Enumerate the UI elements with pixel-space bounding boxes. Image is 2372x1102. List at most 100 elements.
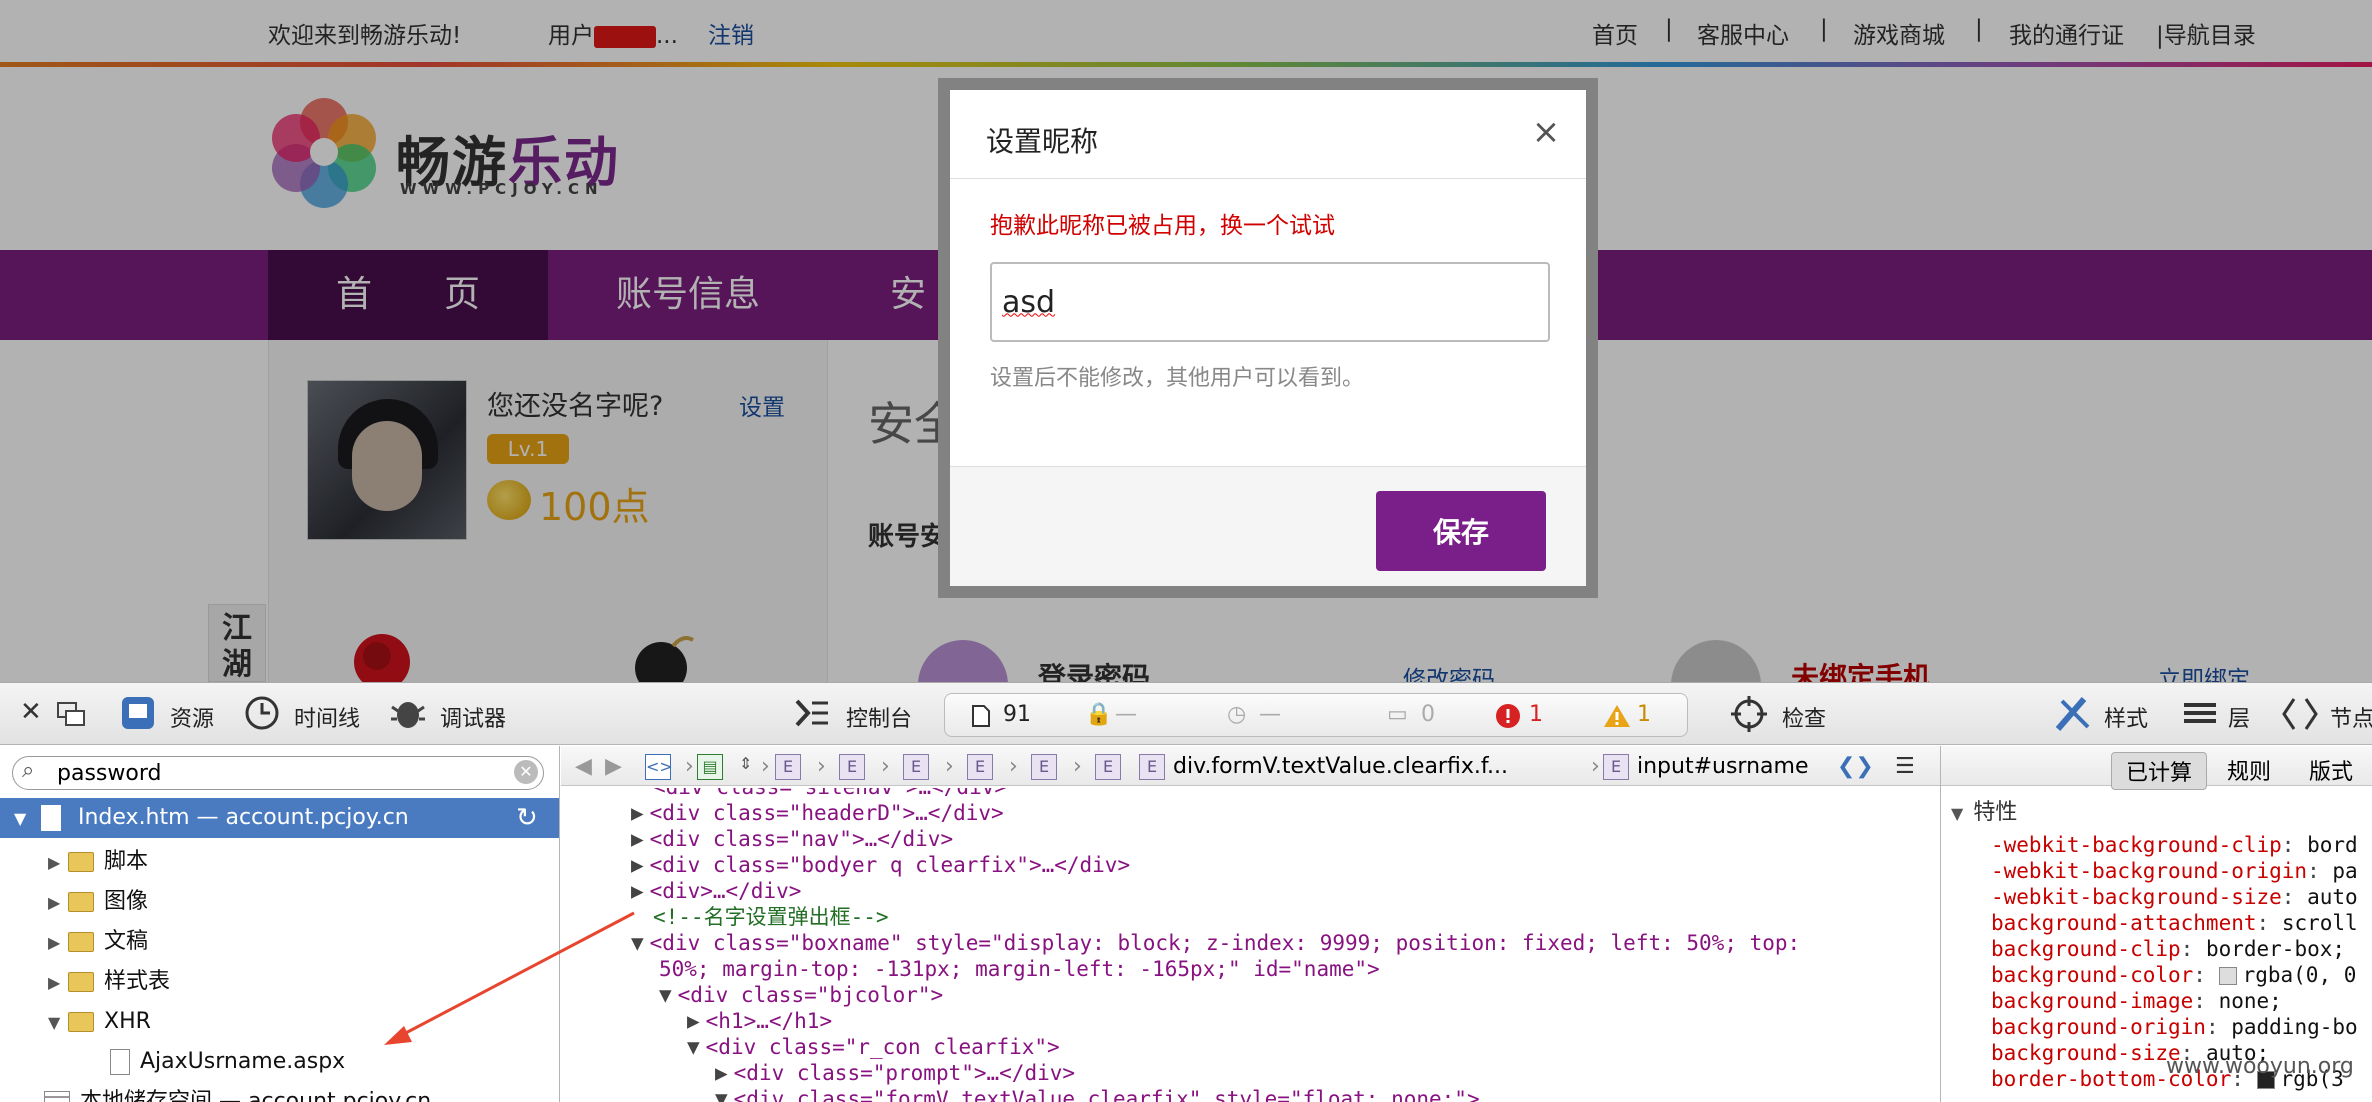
dom-node-boxname[interactable]: ▼ <div class="boxname" style="display: bl… — [631, 930, 1800, 956]
breadcrumb-separator: › — [761, 754, 770, 779]
tab-debugger[interactable]: 调试器 — [440, 701, 506, 733]
timeline-icon[interactable] — [244, 695, 280, 731]
tab-nodes[interactable]: 节点 — [2330, 701, 2372, 733]
tree-item-local-storage[interactable]: 本地储存空间 — account.pcjoy.cn — [0, 1082, 559, 1102]
property-value: none; — [2218, 989, 2282, 1013]
collapsed-triangle-icon[interactable]: ▶ — [631, 879, 644, 903]
tree-item-stylesheets[interactable]: ▶ 样式表 — [0, 962, 559, 1003]
console-icon[interactable] — [794, 697, 830, 729]
breadcrumb-element[interactable]: E — [1095, 754, 1129, 780]
expanded-triangle-icon[interactable]: ▼ — [48, 1003, 68, 1043]
expanded-triangle-icon[interactable]: ▼ — [1951, 804, 1963, 823]
breadcrumb-input[interactable]: Einput#usrname — [1603, 754, 1808, 780]
expanded-triangle-icon[interactable]: ▼ — [659, 983, 672, 1007]
forward-icon[interactable]: ▶ — [605, 754, 622, 779]
collapsed-triangle-icon[interactable]: ▶ — [48, 843, 68, 883]
tab-computed[interactable]: 已计算 — [2111, 752, 2208, 790]
dom-node[interactable]: ▼ <div class="formV textValue clearfix" s… — [715, 1086, 1480, 1102]
breadcrumb-element[interactable]: E — [903, 754, 937, 780]
inspect-button[interactable]: 检查 — [1782, 701, 1826, 733]
resource-filter-input[interactable] — [12, 756, 544, 790]
expanded-triangle-icon[interactable]: ▼ — [687, 1035, 700, 1059]
breadcrumb-element[interactable]: E — [967, 754, 1001, 780]
tree-item-xhr[interactable]: ▼ XHR — [0, 1002, 559, 1043]
back-icon[interactable]: ◀ — [575, 754, 592, 779]
property-row[interactable]: -webkit-background-clip: bord — [1991, 832, 2358, 858]
property-row[interactable]: background-origin: padding-bo — [1991, 1014, 2358, 1040]
property-row[interactable]: background-image: none; — [1991, 988, 2282, 1014]
tab-console[interactable]: 控制台 — [846, 701, 912, 733]
dom-node-text: <div class="bjcolor"> — [677, 983, 944, 1007]
dom-node[interactable]: <div class="sitenav">…</div> — [653, 788, 1007, 800]
tree-item-images[interactable]: ▶ 图像 — [0, 882, 559, 923]
tree-item-scripts[interactable]: ▶ 脚本 — [0, 842, 559, 883]
breadcrumb-element[interactable]: E — [775, 754, 809, 780]
tab-layers[interactable]: 层 — [2228, 701, 2250, 733]
tab-timeline[interactable]: 时间线 — [294, 701, 360, 733]
close-icon[interactable]: × — [1526, 112, 1566, 152]
dom-node[interactable]: ▼ <div class="r_con clearfix"> — [687, 1034, 1060, 1060]
dom-node[interactable]: ▶ <div class="nav">…</div> — [631, 826, 953, 852]
collapsed-triangle-icon[interactable]: ▶ — [631, 827, 644, 851]
collapsed-triangle-icon[interactable]: ▶ — [631, 801, 644, 825]
breadcrumb-formv[interactable]: Ediv.formV.textValue.clearfix.f... — [1139, 754, 1508, 780]
property-row[interactable]: -webkit-background-origin: pa — [1991, 858, 2358, 884]
collapsed-triangle-icon[interactable]: ▶ — [687, 1009, 700, 1033]
dom-node[interactable]: ▶ <div class="bodyer q clearfix">…</div> — [631, 852, 1130, 878]
tab-metrics[interactable]: 版式 — [2295, 752, 2367, 788]
properties-section-header[interactable]: ▼ 特性 — [1951, 794, 2017, 826]
breadcrumb-ui-icon[interactable]: ▤ — [697, 754, 731, 780]
dom-node[interactable]: ▶ <div class="prompt">…</div> — [715, 1060, 1075, 1086]
tree-item-documents[interactable]: ▶ 文稿 — [0, 922, 559, 963]
dom-node[interactable]: ▶ <h1>…</h1> — [687, 1008, 832, 1034]
breadcrumb-separator: › — [1591, 754, 1600, 779]
clear-filter-icon[interactable]: ✕ — [514, 760, 538, 784]
dom-node[interactable]: ▶ <div>…</div> — [631, 878, 801, 904]
property-row[interactable]: background-clip: border-box; — [1991, 936, 2345, 962]
dom-node-text: <div>…</div> — [649, 879, 802, 903]
debugger-bug-icon[interactable] — [388, 695, 428, 731]
collapsed-triangle-icon[interactable]: ▶ — [48, 963, 68, 1003]
nickname-input[interactable] — [990, 262, 1550, 342]
property-row[interactable]: -webkit-background-size: auto — [1991, 884, 2358, 910]
dom-node[interactable]: ▶ <div class="headerD">…</div> — [631, 800, 1004, 826]
dom-node[interactable]: ▼ <div class="bjcolor"> — [659, 982, 943, 1008]
code-brackets-icon[interactable]: ❮❯ — [1837, 754, 1874, 779]
nickname-error-message: 抱歉此昵称已被占用，换一个试试 — [990, 213, 1335, 239]
tab-rules[interactable]: 规则 — [2213, 752, 2285, 788]
property-row[interactable]: background-attachment: scroll — [1991, 910, 2358, 936]
breadcrumb-element[interactable]: E — [839, 754, 873, 780]
reload-icon[interactable]: ↻ — [516, 798, 538, 838]
property-value: bord — [2307, 833, 2358, 857]
collapsed-triangle-icon[interactable]: ▶ — [715, 1061, 728, 1085]
inspect-crosshair-icon[interactable] — [1730, 695, 1768, 733]
styles-brush-icon[interactable] — [2054, 693, 2094, 733]
tree-item-ajaxusrname[interactable]: AjaxUsrname.aspx — [0, 1042, 559, 1082]
html-document-icon[interactable]: <> — [645, 754, 679, 780]
tab-resources[interactable]: 资源 — [170, 701, 214, 733]
collapsed-triangle-icon[interactable]: ▶ — [631, 853, 644, 877]
expanded-triangle-icon[interactable]: ▼ — [715, 1087, 728, 1102]
collapsed-triangle-icon[interactable]: ▶ — [48, 883, 68, 923]
property-row[interactable]: background-color: rgba(0, 0 — [1991, 962, 2356, 988]
folder-icon — [68, 852, 94, 872]
layers-toggle-icon[interactable]: ☰ — [1895, 754, 1915, 779]
property-value: rgba(0, 0 — [2242, 963, 2357, 987]
breadcrumb-stepper-icon[interactable]: ⇕ — [739, 754, 752, 773]
resource-tree-root[interactable]: ▼ Index.htm — account.pcjoy.cn ↻ — [0, 798, 559, 839]
color-swatch[interactable] — [2218, 967, 2237, 985]
dock-icon[interactable] — [56, 701, 86, 727]
node-brackets-icon[interactable] — [2280, 695, 2320, 733]
close-inspector-icon[interactable]: ✕ — [20, 697, 42, 727]
expanded-triangle-icon[interactable]: ▼ — [631, 931, 644, 955]
breadcrumb-element[interactable]: E — [1031, 754, 1065, 780]
resources-icon[interactable] — [120, 695, 156, 731]
activity-dashboard[interactable]: 91 🔒 — ◷ — ▭ 0 1 1 — [944, 693, 1688, 737]
dom-comment[interactable]: <!--名字设置弹出框--> — [653, 904, 889, 930]
expanded-triangle-icon[interactable]: ▼ — [14, 799, 34, 839]
layers-icon[interactable] — [2182, 697, 2218, 729]
tab-styles[interactable]: 样式 — [2104, 701, 2148, 733]
breadcrumb-formv-label: div.formV.textValue.clearfix.f... — [1173, 754, 1508, 779]
collapsed-triangle-icon[interactable]: ▶ — [48, 923, 68, 963]
save-button[interactable]: 保存 — [1376, 491, 1546, 571]
